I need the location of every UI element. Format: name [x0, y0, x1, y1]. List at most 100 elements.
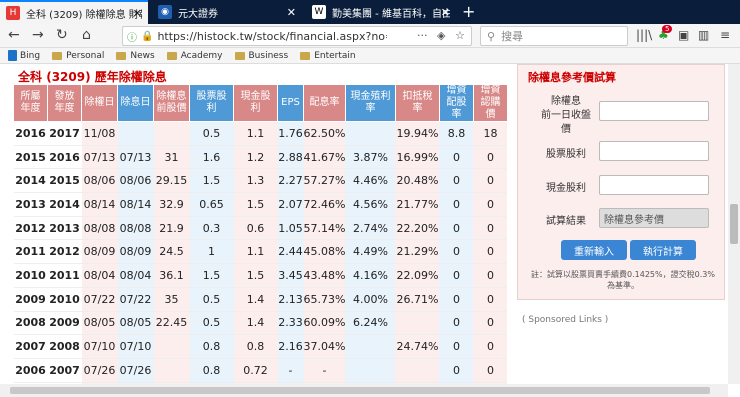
- table-cell: [153, 358, 190, 383]
- table-cell: 2006: [13, 358, 48, 383]
- table-cell: 26.71%: [395, 287, 440, 312]
- table-cell: 1.5: [189, 168, 234, 194]
- table-cell: 08/08: [81, 216, 118, 241]
- col-header: 所屬 年度: [13, 84, 48, 122]
- table-cell: 36.1: [153, 263, 190, 288]
- table-row: 2011 2012 08/09 08/09 24.5 1 1.1 2.44 45.08% 4.49…: [13, 239, 508, 265]
- table-cell: 08/04: [81, 263, 118, 288]
- table-cell: 2010: [13, 263, 48, 288]
- folder-icon: [300, 51, 311, 60]
- bookmark-star-icon[interactable]: ☆: [455, 29, 465, 42]
- bookmark-personal[interactable]: Personal: [52, 51, 104, 61]
- table-cell: 0: [473, 311, 508, 336]
- table-cell: 2007: [13, 334, 48, 359]
- col-header: 發放 年度: [47, 84, 82, 122]
- table-cell: 0.8: [233, 334, 278, 359]
- col-header: 增資 配股率: [438, 84, 474, 122]
- table-cell: 0: [473, 216, 508, 241]
- menu-icon[interactable]: ≡: [720, 28, 730, 42]
- table-cell: 3.87%: [345, 145, 396, 170]
- folder-icon: [116, 51, 127, 60]
- table-cell: 0: [473, 145, 508, 170]
- table-cell: 2017: [47, 121, 82, 146]
- table-cell: 4.56%: [345, 192, 396, 217]
- table-cell: 72.46%: [303, 192, 346, 217]
- sidebar-icon[interactable]: ▥: [698, 28, 709, 42]
- bookmark-business[interactable]: Business: [234, 51, 288, 61]
- table-cell: 4.46%: [345, 168, 396, 194]
- table-cell: 0: [439, 216, 474, 241]
- forward-icon[interactable]: →: [32, 27, 44, 43]
- table-cell: 0: [439, 287, 474, 312]
- table-cell: 0: [439, 239, 474, 265]
- stock-dividend-input[interactable]: [599, 141, 709, 161]
- table-cell: 18: [473, 121, 508, 146]
- bookmark-bing[interactable]: Bing: [8, 50, 40, 61]
- bookmark-news[interactable]: News: [116, 51, 155, 61]
- cash-dividend-label: 現金股利: [546, 183, 586, 194]
- new-tab-icon[interactable]: +: [462, 2, 475, 21]
- table-cell: 0.6: [233, 216, 278, 241]
- table-cell: 2011: [47, 263, 82, 288]
- table-cell: 2.16: [277, 334, 304, 359]
- reload-icon[interactable]: ↻: [56, 27, 68, 43]
- table-cell: [153, 334, 190, 359]
- reset-button[interactable]: 重新輸入: [561, 240, 627, 260]
- close-tab-icon[interactable]: ✕: [287, 6, 296, 19]
- table-cell: 2008: [13, 311, 48, 336]
- table-cell: 21.29%: [395, 239, 440, 265]
- table-cell: 1.76: [277, 121, 304, 146]
- table-cell: 2013: [47, 216, 82, 241]
- screenshot-icon[interactable]: ▣: [678, 28, 689, 42]
- table-cell: [395, 311, 440, 336]
- library-icon[interactable]: |||\: [636, 28, 652, 42]
- table-cell: 0.3: [189, 216, 234, 241]
- table-cell: 37.04%: [303, 334, 346, 359]
- table-cell: 0: [473, 358, 508, 383]
- table-cell: 24.74%: [395, 334, 440, 359]
- search-input[interactable]: ⚲ 搜尋: [480, 26, 628, 46]
- close-tab-icon[interactable]: ✕: [133, 7, 142, 20]
- close-tab-icon[interactable]: ✕: [441, 6, 450, 19]
- table-cell: 0: [473, 287, 508, 312]
- table-cell: 0: [473, 168, 508, 194]
- hscrollbar-thumb[interactable]: [10, 387, 710, 394]
- page-title: 全科 (3209) 歷年除權除息: [18, 70, 167, 84]
- histock-favicon-icon: H: [6, 6, 20, 20]
- table-cell: 1.1: [233, 121, 278, 146]
- scrollbar-thumb[interactable]: [730, 204, 738, 244]
- table-cell: 08/05: [81, 311, 118, 336]
- bookmark-entertain[interactable]: Entertain: [300, 51, 356, 61]
- tab-yuanta[interactable]: ◉ 元大證券 ✕: [152, 0, 302, 24]
- table-cell: 08/06: [117, 168, 154, 194]
- col-header: 扣抵稅率: [394, 84, 440, 122]
- table-cell: 1.05: [277, 216, 304, 241]
- url-text[interactable]: https://histock.tw/stock/financial.aspx?…: [157, 30, 387, 43]
- table-cell: 0.65: [189, 192, 234, 217]
- prev-close-input[interactable]: [599, 101, 709, 121]
- folder-icon: [234, 51, 245, 60]
- pocket-icon[interactable]: ◈: [437, 29, 445, 42]
- table-row: 2016 2017 11/08 0.5 1.1 1.76 62.50% 19.94% 8.8 18: [13, 121, 508, 146]
- table-cell: 2016: [13, 121, 48, 146]
- more-actions-icon[interactable]: ···: [417, 29, 428, 42]
- tab-histock[interactable]: H 全科 (3209) 除權除息 財報分析 ✕: [0, 0, 148, 24]
- tab-wikipedia[interactable]: W 勤美集團 - 維基百科，自由的百科 ✕: [306, 0, 456, 24]
- cash-dividend-input[interactable]: [599, 175, 709, 195]
- bookmark-academy[interactable]: Academy: [166, 51, 223, 61]
- table-cell: 4.00%: [345, 287, 396, 312]
- vertical-scrollbar[interactable]: [728, 64, 740, 384]
- table-cell: 2014: [47, 192, 82, 217]
- calculate-button[interactable]: 執行計算: [630, 240, 696, 260]
- table-cell: 08/04: [117, 263, 154, 288]
- bookmarks-bar: Bing Personal News Academy Business Ente…: [0, 48, 740, 64]
- url-bar[interactable]: ⓘ 🔒 https://histock.tw/stock/financial.a…: [122, 26, 472, 46]
- info-icon[interactable]: ⓘ: [127, 29, 137, 44]
- home-icon[interactable]: ⌂: [82, 27, 91, 43]
- table-row: 2007 2008 07/10 07/10 0.8 0.8 2.16 37.04% 24.74%…: [13, 334, 508, 359]
- table-cell: 57.27%: [303, 168, 346, 194]
- back-icon[interactable]: ←: [8, 27, 20, 43]
- col-header: EPS: [277, 84, 304, 122]
- horizontal-scrollbar[interactable]: [0, 384, 728, 397]
- table-cell: 20.48%: [395, 168, 440, 194]
